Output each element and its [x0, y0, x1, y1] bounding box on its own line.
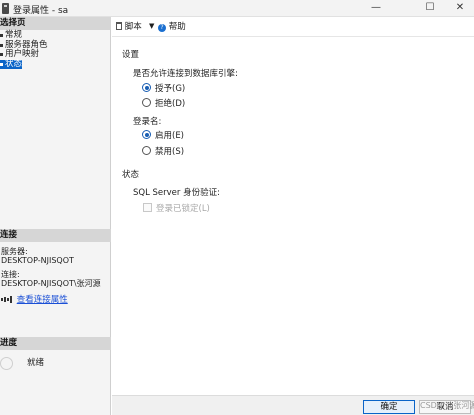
- locked-label: 登录已锁定(L): [156, 204, 210, 214]
- page-icon: [0, 53, 3, 56]
- nav-item-label: 常规: [5, 30, 23, 40]
- login-title: 登录名:: [133, 117, 162, 127]
- help-icon: ?: [158, 24, 166, 32]
- window-title: 登录属性 - sa: [13, 6, 69, 16]
- disabled-label: 禁用(S): [155, 147, 185, 157]
- deny-label: 拒绝(D): [155, 99, 186, 109]
- toolbar: 脚本 ▼ ? 帮助: [112, 17, 474, 36]
- progress-header: 进度: [0, 337, 111, 350]
- nav-item-label: 服务器角色: [5, 39, 48, 50]
- page-icon: [0, 34, 3, 37]
- page-nav: 常规 服务器角色 用户映射 状态: [0, 30, 111, 69]
- nav-item-status[interactable]: 状态: [0, 58, 23, 69]
- left-panel: 选择页 常规 服务器角色 用户映射 状态 连接 服务器: DESKTOP-NJI…: [0, 17, 111, 415]
- view-connection-properties[interactable]: 查看连接属性: [1, 293, 68, 305]
- server-value: DESKTOP-NJISQOT: [1, 256, 74, 265]
- page-icon: [0, 62, 3, 66]
- radio-button[interactable]: [142, 98, 151, 107]
- page-icon: [0, 43, 3, 47]
- permission-question: 是否允许连接到数据库引擎:: [133, 69, 238, 79]
- connection-header: 连接: [0, 229, 111, 242]
- auth-label: SQL Server 身份验证:: [133, 188, 220, 198]
- progress-status: 就绪: [27, 358, 45, 368]
- settings-title: 设置: [122, 50, 140, 60]
- help-label: 帮助: [168, 22, 186, 32]
- script-dropdown-chevron-icon[interactable]: ▼: [149, 22, 154, 30]
- select-page-header: 选择页: [0, 17, 111, 30]
- watermark: CSDN @张河源: [420, 401, 474, 410]
- title-bar: 登录属性 - sa — ☐ ✕: [0, 0, 474, 17]
- connection-icon: [1, 296, 12, 303]
- grant-label: 授予(G): [155, 84, 186, 94]
- connection-value: DESKTOP-NJISQOT\张河源: [1, 279, 101, 288]
- status-title: 状态: [122, 170, 140, 180]
- radio-button[interactable]: [142, 146, 151, 155]
- app-icon: [2, 3, 9, 14]
- script-label: 脚本: [124, 22, 142, 32]
- close-button[interactable]: ✕: [446, 0, 474, 17]
- minimize-button[interactable]: —: [362, 0, 390, 17]
- checkbox[interactable]: [143, 203, 152, 212]
- progress-spinner-icon: [0, 357, 13, 370]
- maximize-button[interactable]: ☐: [416, 0, 444, 17]
- ok-button[interactable]: 确定: [363, 400, 415, 414]
- radio-button[interactable]: [142, 83, 151, 92]
- nav-item-label: 用户映射: [5, 49, 40, 59]
- enabled-label: 启用(E): [155, 131, 185, 141]
- nav-item-label: 状态: [5, 58, 23, 69]
- script-icon: [116, 22, 122, 30]
- radio-button[interactable]: [142, 130, 151, 139]
- login-properties-window: 登录属性 - sa — ☐ ✕ 选择页 常规 服务器角色 用户映射 状态 连接 …: [0, 0, 474, 415]
- script-button[interactable]: 脚本: [116, 20, 142, 32]
- view-connection-link-text[interactable]: 查看连接属性: [17, 295, 68, 305]
- status-page-content: 设置 是否允许连接到数据库引擎: 授予(G) 拒绝(D) 登录名: 启用(E) …: [112, 37, 474, 395]
- help-button[interactable]: ? 帮助: [158, 20, 186, 32]
